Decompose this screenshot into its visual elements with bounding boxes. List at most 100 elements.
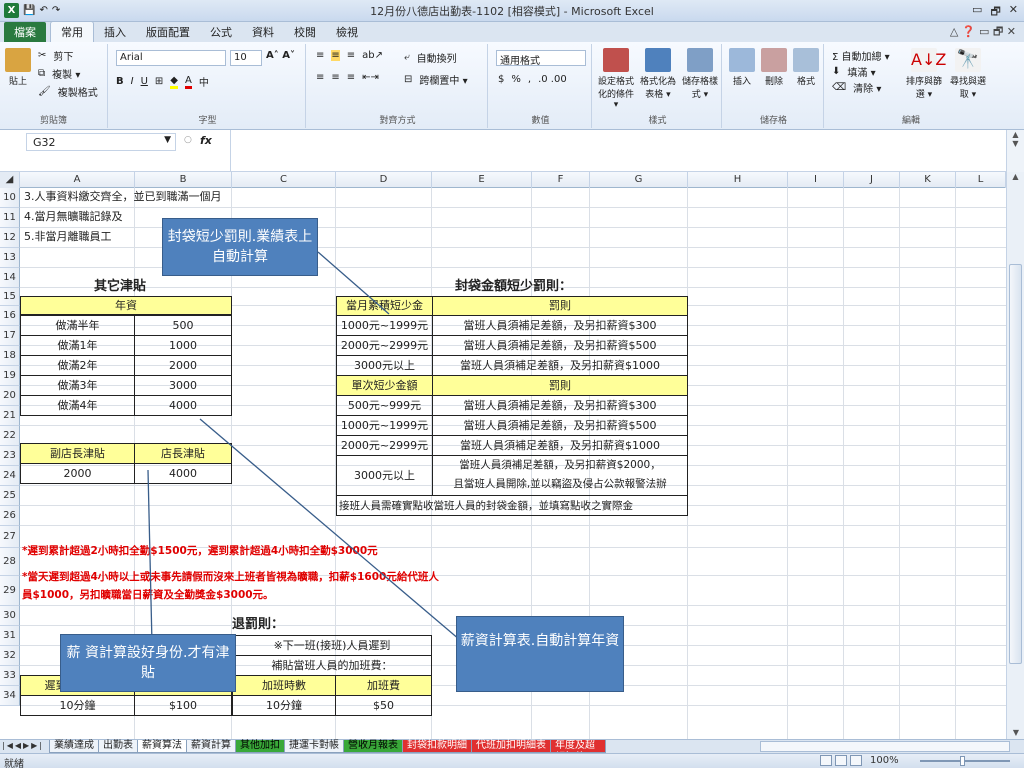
tab-file[interactable]: 檔案 <box>4 22 46 42</box>
sheet-tab[interactable]: 代班加扣明細表 <box>471 740 551 753</box>
wrap-text-button[interactable]: ⤶ 自動換列 <box>404 50 457 65</box>
restore-button[interactable]: 🗗 <box>990 3 1000 22</box>
tab-review[interactable]: 校閱 <box>284 22 326 42</box>
sheet-tab[interactable]: 業績達成 <box>49 740 99 753</box>
tab-insert[interactable]: 插入 <box>94 22 136 42</box>
callout-salary-identity[interactable]: 薪 資計算設好身份.才有津貼 <box>60 634 236 692</box>
format-button[interactable]: 格式 <box>792 48 820 87</box>
sheet-tab[interactable]: 出勤表 <box>98 740 138 753</box>
sheet-tab[interactable]: 其他加扣 <box>235 740 285 753</box>
scissors-icon: ✂ <box>38 50 47 61</box>
percent-icon[interactable]: % <box>511 74 521 85</box>
fill-button[interactable]: ⬇ 填滿 ▾ <box>832 64 876 79</box>
border-icon[interactable]: ⊞ <box>155 76 163 87</box>
vertical-scroll-thumb[interactable] <box>1009 264 1022 664</box>
minimize-button[interactable]: ▭ <box>972 3 982 22</box>
sheet-tab-active[interactable]: 薪資算法 <box>137 740 187 753</box>
autosum-button[interactable]: Σ 自動加總 ▾ <box>832 48 890 63</box>
formula-bar-expand[interactable]: ▲ ▼ <box>1006 130 1024 172</box>
cell-styles-button[interactable]: 儲存格樣式 ▾ <box>680 48 720 100</box>
format-painter-button[interactable]: 🖌 複製格式 <box>38 84 98 99</box>
tab-view[interactable]: 檢視 <box>326 22 368 42</box>
number-group: 通用格式 $%, .0 .00 數值 <box>490 44 592 128</box>
align-bottom-icon[interactable]: ≡ <box>347 50 355 61</box>
merge-icon: ⊟ <box>404 74 413 85</box>
zoom-slider[interactable] <box>920 760 1010 762</box>
sheet-tab[interactable]: 營收月報表 <box>343 740 403 753</box>
brush-icon: 🖌 <box>38 86 51 97</box>
delete-button[interactable]: 刪除 <box>760 48 788 87</box>
font-color-icon[interactable]: A <box>185 75 192 89</box>
merge-center-button[interactable]: ⊟ 跨欄置中 ▾ <box>404 72 468 87</box>
sheet-nav-icon[interactable]: |◀◀▶▶| <box>2 741 44 750</box>
paste-icon <box>5 48 31 72</box>
tab-home[interactable]: 常用 <box>50 21 94 42</box>
currency-icon[interactable]: $ <box>498 74 504 85</box>
page-break-view-icon[interactable] <box>850 755 862 766</box>
phonetic-icon[interactable]: 中 <box>199 74 209 89</box>
grow-font-button[interactable]: A˄ A˅ <box>266 50 295 61</box>
orientation-icon[interactable]: ab↗ <box>362 50 383 61</box>
decimal-icon[interactable]: .0 .00 <box>538 74 567 85</box>
vertical-scrollbar[interactable]: ▲ ▼ <box>1006 172 1024 739</box>
paste-button[interactable]: 貼上 <box>4 48 32 87</box>
find-select-button[interactable]: 🔭 尋找與選取 ▾ <box>948 48 988 100</box>
cell-styles-icon <box>687 48 713 72</box>
conditional-format-button[interactable]: 設定格式化的條件 ▾ <box>596 48 636 110</box>
alignment-group: ≡ ≡ ≡ ab↗ ⤶ 自動換列 ≡ ≡ ≡ ⇤⇥ ⊟ 跨欄置中 ▾ 對齊方式 <box>308 44 488 128</box>
indent-icon[interactable]: ⇤⇥ <box>362 72 379 83</box>
callout-seniority-auto[interactable]: 薪資計算表.自動計算年資 <box>456 616 624 692</box>
font-name-combo[interactable]: Arial <box>116 50 226 66</box>
align-middle-icon[interactable]: ≡ <box>331 50 340 61</box>
name-box[interactable]: G32 ▼ <box>26 133 176 151</box>
number-format-combo[interactable]: 通用格式 <box>496 50 586 67</box>
align-center-icon[interactable]: ≡ <box>331 72 339 83</box>
font-size-combo[interactable]: 10 <box>230 50 262 66</box>
bold-icon[interactable]: B <box>116 76 124 87</box>
horizontal-scrollbar[interactable] <box>760 741 1010 752</box>
sheet-tab[interactable]: 薪資計算 <box>186 740 236 753</box>
status-ready: 就緒 <box>4 759 24 768</box>
tab-page-layout[interactable]: 版面配置 <box>136 22 200 42</box>
close-button[interactable]: ✕ <box>1009 3 1018 22</box>
font-style-buttons[interactable]: B I U ⊞ ◆ A 中 <box>116 74 209 90</box>
sort-filter-button[interactable]: A↓Z 排序與篩選 ▾ <box>904 48 946 100</box>
scroll-down-icon[interactable]: ▼ <box>1007 728 1024 737</box>
normal-view-icon[interactable] <box>820 755 832 766</box>
copy-button[interactable]: ⧉ 複製 ▾ <box>38 66 80 81</box>
help-icon[interactable]: △ ❓ ▭ 🗗 ✕ <box>950 23 1024 42</box>
align-left-icon[interactable]: ≡ <box>316 72 324 83</box>
zoom-slider-knob[interactable] <box>960 756 965 766</box>
format-as-table-button[interactable]: 格式化為表格 ▾ <box>638 48 678 100</box>
chevron-down-icon[interactable]: ▼ <box>164 135 171 145</box>
formula-input[interactable] <box>230 130 990 172</box>
eraser-icon: ⌫ <box>832 82 847 93</box>
insert-function-button[interactable]: fx <box>200 134 212 147</box>
underline-icon[interactable]: U <box>141 76 148 87</box>
tab-formulas[interactable]: 公式 <box>200 22 242 42</box>
comma-icon[interactable]: , <box>528 74 531 85</box>
sheet-tab[interactable]: 年度及超額扣款 <box>550 740 606 753</box>
sheet-tab[interactable]: 封袋扣款明細 <box>402 740 472 753</box>
tab-data[interactable]: 資料 <box>242 22 284 42</box>
zoom-level[interactable]: 100% <box>870 755 899 766</box>
formula-bar-grip-icon: ○ <box>184 135 192 145</box>
arrow-3 <box>199 418 461 641</box>
sheet-tab[interactable]: 捷運卡對帳 <box>284 740 344 753</box>
worksheet-grid[interactable]: ◢ A B C D E F G H I J K L 10 11 12 13 14 15 16… <box>0 172 1006 739</box>
fill-color-icon[interactable]: ◆ <box>170 75 178 89</box>
insert-button[interactable]: 插入 <box>728 48 756 87</box>
callout-penalty-auto[interactable]: 封袋短少罰則.業績表上自動計算 <box>162 218 318 276</box>
ribbon: 貼上 ✂ 剪下 ⧉ 複製 ▾ 🖌 複製格式 剪貼簿 Arial 10 A˄ A˅ BI… <box>0 42 1024 130</box>
italic-icon[interactable]: I <box>131 76 134 87</box>
cut-button[interactable]: ✂ 剪下 <box>38 48 73 63</box>
clear-button[interactable]: ⌫ 清除 ▾ <box>832 80 881 95</box>
sort-icon: A↓Z <box>911 48 946 72</box>
vertical-align-buttons[interactable]: ≡ ≡ ≡ ab↗ <box>316 50 383 61</box>
align-top-icon[interactable]: ≡ <box>316 50 324 61</box>
horizontal-align-buttons[interactable]: ≡ ≡ ≡ ⇤⇥ <box>316 72 379 83</box>
page-layout-view-icon[interactable] <box>835 755 847 766</box>
align-right-icon[interactable]: ≡ <box>347 72 355 83</box>
scroll-up-icon[interactable]: ▲ <box>1007 172 1024 181</box>
number-format-buttons[interactable]: $%, .0 .00 <box>498 74 567 85</box>
